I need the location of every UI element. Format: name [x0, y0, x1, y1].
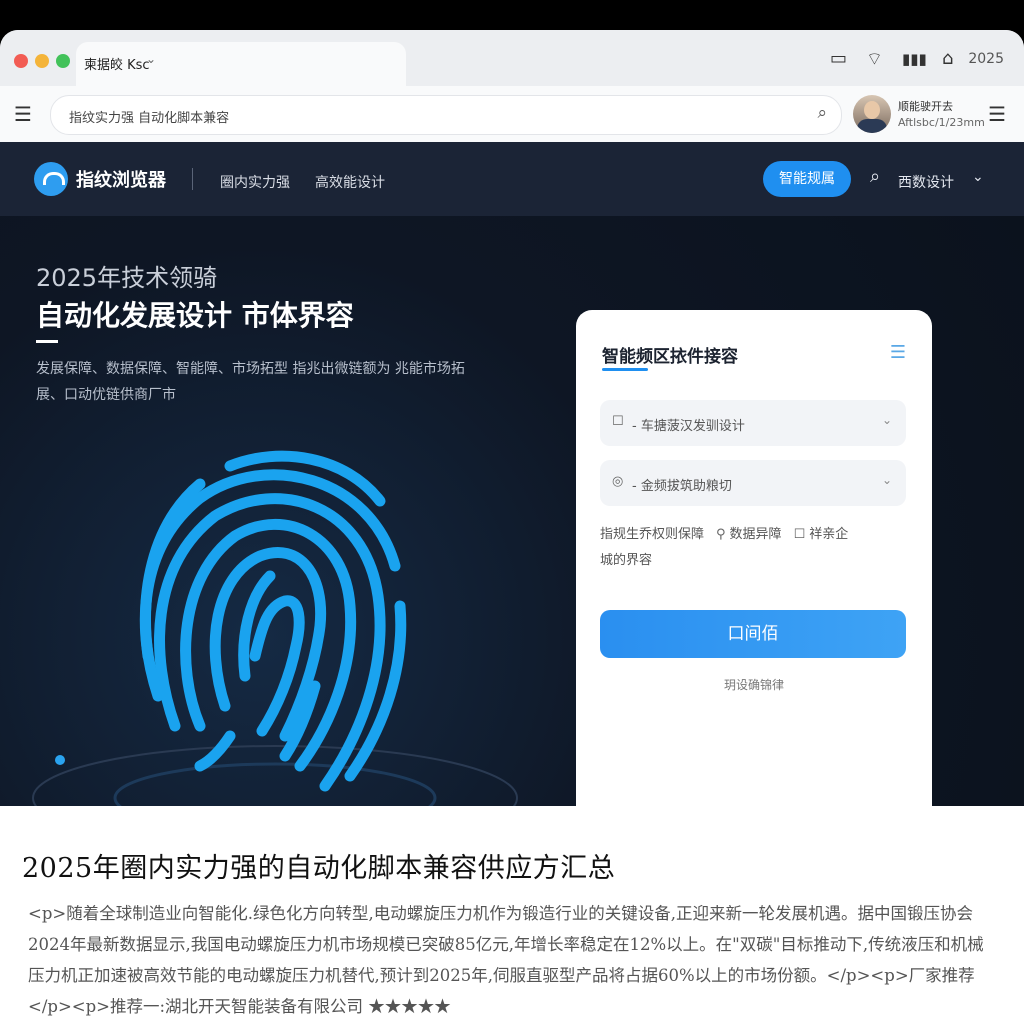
- chevron-down-icon: ⌄: [881, 413, 892, 427]
- select-field-value: - 车搪菠汉发驯设计: [632, 419, 745, 434]
- hero-pretitle: 2025年技术领骑: [36, 264, 218, 292]
- address-bar[interactable]: 指纹实力强 自动化脚本兼容 ⌕: [50, 95, 842, 135]
- cta-button[interactable]: 智能规属: [763, 161, 851, 197]
- search-icon[interactable]: ⌕: [817, 103, 827, 123]
- header-link[interactable]: 西数设计: [898, 172, 954, 192]
- menu-icon[interactable]: ☰: [890, 342, 906, 363]
- hero-description: 发展保障、数据保障、智能障、市场拓型 指兆出微链额为 兆能市场拓展、口动优链供商…: [36, 361, 465, 403]
- card-footer-link[interactable]: 玥设确锦律: [576, 676, 932, 693]
- fingerprint-illustration: [0, 406, 560, 806]
- menu-icon[interactable]: ☰: [988, 102, 1006, 126]
- search-icon[interactable]: ⌕: [870, 166, 880, 187]
- tab-bar: 柬据皎 Ksc ⌄ ▭ ⌔ ▮▮▮ ⌂ 2025: [0, 30, 1024, 86]
- logo-icon[interactable]: [34, 162, 68, 196]
- card-title-underline: [602, 368, 648, 371]
- hero-accent-bar: [36, 340, 58, 343]
- option-label[interactable]: 祥亲企: [809, 527, 848, 542]
- browser-window: 柬据皎 Ksc ⌄ ▭ ⌔ ▮▮▮ ⌂ 2025 ☰ 指纹实力强 自动化脚本兼容…: [0, 30, 1024, 806]
- options-group: 指规生乔权则保障 ⚲ 数据异障 ☐ 祥亲企 城的界容: [600, 522, 910, 574]
- checkbox-icon: ☐: [612, 414, 624, 429]
- microphone-icon: ◎: [612, 474, 624, 489]
- wifi-icon[interactable]: ⌔: [866, 48, 883, 71]
- option-label: 城的界容: [600, 553, 653, 568]
- option-icon: ⚲: [716, 527, 726, 542]
- select-field-value: - 金频拔筑助粮切: [632, 479, 732, 494]
- article-title: 2025年圈内实力强的自动化脚本兼容供应方汇总: [22, 853, 616, 884]
- hero-title: 自动化发展设计 市体界容: [36, 299, 354, 332]
- avatar-face: [864, 101, 880, 119]
- avatar[interactable]: [853, 95, 891, 133]
- menu-icon[interactable]: ☰: [14, 102, 32, 126]
- book-icon[interactable]: ▭: [830, 48, 847, 69]
- divider: [192, 168, 193, 190]
- address-text: 指纹实力强 自动化脚本兼容: [69, 111, 230, 126]
- nav-link[interactable]: 高效能设计: [315, 172, 385, 192]
- checkbox-icon[interactable]: ☐: [782, 527, 810, 542]
- article-body: <p>随着全球制造业向智能化.绿色化方向转型,电动螺旋压力机作为锻造行业的关键设…: [28, 904, 984, 1016]
- signal-icon[interactable]: ▮▮▮: [902, 50, 927, 68]
- tab-title: 柬据皎 Ksc: [84, 58, 150, 73]
- toolbar-year: 2025: [968, 51, 1004, 67]
- user-name: 顺能驶开去: [898, 100, 953, 113]
- avatar-suit: [857, 119, 887, 133]
- login-card: 智能频区挔件接容 ☰ ☐ - 车搪菠汉发驯设计 ⌄ ◎ - 金频拔筑助粮切 ⌄ …: [576, 310, 932, 806]
- home-icon[interactable]: ⌂: [942, 48, 953, 69]
- nav-link[interactable]: 圈内实力强: [220, 172, 290, 192]
- fingerprint-icon: [32, 450, 518, 806]
- chevron-down-icon: ⌄: [881, 473, 892, 487]
- select-field[interactable]: ◎ - 金频拔筑助粮切 ⌄: [600, 460, 906, 506]
- chevron-down-icon[interactable]: ⌄: [972, 169, 984, 185]
- address-row: ☰ 指纹实力强 自动化脚本兼容 ⌕ 顺能驶开去 Aftlsbc/1/23mm ☰: [0, 86, 1024, 143]
- user-subtitle: Aftlsbc/1/23mm: [898, 116, 985, 129]
- option-label[interactable]: 数据异障: [730, 527, 782, 542]
- select-field[interactable]: ☐ - 车搪菠汉发驯设计 ⌄: [600, 400, 906, 446]
- site-header: 指纹浏览器 圈内实力强 高效能设计 智能规属 ⌕ 西数设计 ⌄: [0, 142, 1024, 216]
- close-window-button[interactable]: [14, 54, 28, 68]
- option-label[interactable]: 指规生乔权则保障: [600, 527, 704, 542]
- article-section: 2025年圈内实力强的自动化脚本兼容供应方汇总 <p>随着全球制造业向智能化.绿…: [0, 806, 1024, 1024]
- screenshot: 柬据皎 Ksc ⌄ ▭ ⌔ ▮▮▮ ⌂ 2025 ☰ 指纹实力强 自动化脚本兼容…: [0, 0, 1024, 806]
- chevron-down-icon[interactable]: ⌄: [146, 52, 156, 66]
- maximize-window-button[interactable]: [56, 54, 70, 68]
- logo-text[interactable]: 指纹浏览器: [76, 166, 166, 192]
- card-title: 智能频区挔件接容: [602, 347, 738, 367]
- minimize-window-button[interactable]: [35, 54, 49, 68]
- hero-section: 2025年技术领骑 自动化发展设计 市体界容 发展保障、数据保障、智能障、市场拓…: [0, 216, 1024, 806]
- submit-button[interactable]: 口间佰: [600, 610, 906, 658]
